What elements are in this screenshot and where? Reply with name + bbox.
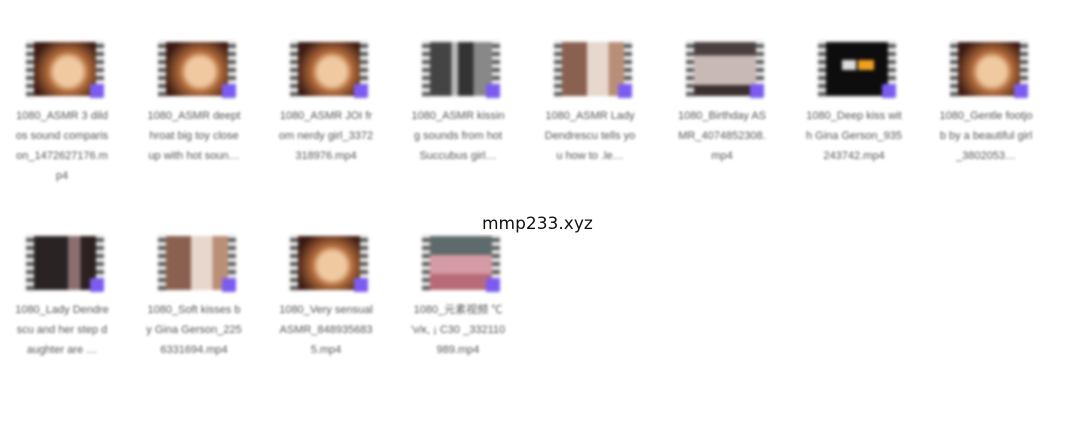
video-thumbnail: [26, 234, 104, 292]
video-thumbnail: [422, 234, 500, 292]
video-badge-icon: [222, 278, 236, 292]
video-badge-icon: [90, 84, 104, 98]
watermark-text: mmp233.xyz: [480, 214, 595, 234]
file-name: 1080_Deep kiss with Gina Gerson_93524374…: [806, 110, 903, 162]
thumbnail-frame: [694, 42, 756, 96]
video-badge-icon: [1014, 84, 1028, 98]
file-name: 1080_Very sensual ASMR_8489356835.mp4: [279, 304, 373, 356]
video-thumbnail: [686, 40, 764, 98]
video-badge-icon: [750, 84, 764, 98]
thumbnail-frame: [34, 42, 96, 96]
film-strip: [158, 234, 166, 292]
file-item[interactable]: 1080_Soft kisses by Gina Gerson_22563316…: [138, 234, 248, 404]
video-thumbnail: [950, 40, 1028, 98]
file-item[interactable]: 1080_ASMR deepthroat big toy close up wi…: [138, 40, 248, 210]
video-badge-icon: [222, 84, 236, 98]
video-thumbnail: [26, 40, 104, 98]
video-thumbnail: [818, 40, 896, 98]
file-name: 1080_Gentle footjob by a beautiful girl_…: [939, 110, 1033, 162]
file-item[interactable]: 1080_Deep kiss with Gina Gerson_93524374…: [798, 40, 908, 210]
brand-logo-icon: [858, 60, 874, 70]
film-strip: [26, 234, 34, 292]
file-name: 1080_ASMR 3 dildos sound comparison_1472…: [15, 110, 109, 182]
video-badge-icon: [486, 278, 500, 292]
video-badge-icon: [354, 84, 368, 98]
video-thumbnail: [158, 234, 236, 292]
file-item[interactable]: 1080_Gentle footjob by a beautiful girl_…: [930, 40, 1040, 210]
film-strip: [26, 40, 34, 98]
video-thumbnail: [290, 234, 368, 292]
file-item[interactable]: 1080_ASMR JOI from nerdy girl_3372318976…: [270, 40, 380, 210]
thumbnail-frame: [34, 236, 96, 290]
brand-logo-icon: [842, 60, 856, 70]
thumbnail-frame: [562, 42, 624, 96]
file-item[interactable]: 1080_Very sensual ASMR_8489356835.mp4: [270, 234, 380, 404]
film-strip: [554, 40, 562, 98]
video-badge-icon: [618, 84, 632, 98]
file-item[interactable]: 1080_ASMR Lady Dendrescu tells you how t…: [534, 40, 644, 210]
thumbnail-frame: [166, 42, 228, 96]
file-item[interactable]: 1080_Lady Dendrescu and her step daughte…: [6, 234, 116, 404]
file-item[interactable]: 1080_Birthday ASMR_4074852308.mp4: [666, 40, 776, 210]
thumbnail-frame: [298, 42, 360, 96]
file-item[interactable]: 1080_ASMR 3 dildos sound comparison_1472…: [6, 40, 116, 210]
video-thumbnail: [290, 40, 368, 98]
video-thumbnail: [158, 40, 236, 98]
thumbnail-frame: [430, 42, 492, 96]
film-strip: [422, 234, 430, 292]
film-strip: [290, 234, 298, 292]
file-name: 1080_ASMR Lady Dendrescu tells you how t…: [544, 110, 636, 162]
video-thumbnail: [554, 40, 632, 98]
video-badge-icon: [882, 84, 896, 98]
thumbnail-frame: [430, 236, 492, 290]
file-item[interactable]: 1080_ASMR kissing sounds from hot Succub…: [402, 40, 512, 210]
file-name: 1080_ASMR kissing sounds from hot Succub…: [411, 110, 505, 162]
file-name: 1080_Lady Dendrescu and her step daughte…: [15, 304, 109, 356]
file-name: 1080_Soft kisses by Gina Gerson_22563316…: [146, 304, 242, 356]
file-name: 1080_元素视频 ℃ 'ν/ĸ, ¡ C30 _332110989.mp4: [410, 304, 506, 356]
film-strip: [290, 40, 298, 98]
film-strip: [950, 40, 958, 98]
film-strip: [158, 40, 166, 98]
film-strip: [686, 40, 694, 98]
film-strip: [422, 40, 430, 98]
file-item[interactable]: 1080_元素视频 ℃ 'ν/ĸ, ¡ C30 _332110989.mp4: [402, 234, 512, 404]
thumbnail-frame: [826, 42, 888, 96]
file-name: 1080_ASMR deepthroat big toy close up wi…: [147, 110, 241, 162]
thumbnail-frame: [958, 42, 1020, 96]
file-name: 1080_ASMR JOI from nerdy girl_3372318976…: [278, 110, 374, 162]
video-thumbnail: [422, 40, 500, 98]
thumbnail-frame: [166, 236, 228, 290]
file-name: 1080_Birthday ASMR_4074852308.mp4: [677, 110, 767, 162]
video-badge-icon: [354, 278, 368, 292]
thumbnail-frame: [298, 236, 360, 290]
video-badge-icon: [90, 278, 104, 292]
video-badge-icon: [486, 84, 500, 98]
film-strip: [818, 40, 826, 98]
